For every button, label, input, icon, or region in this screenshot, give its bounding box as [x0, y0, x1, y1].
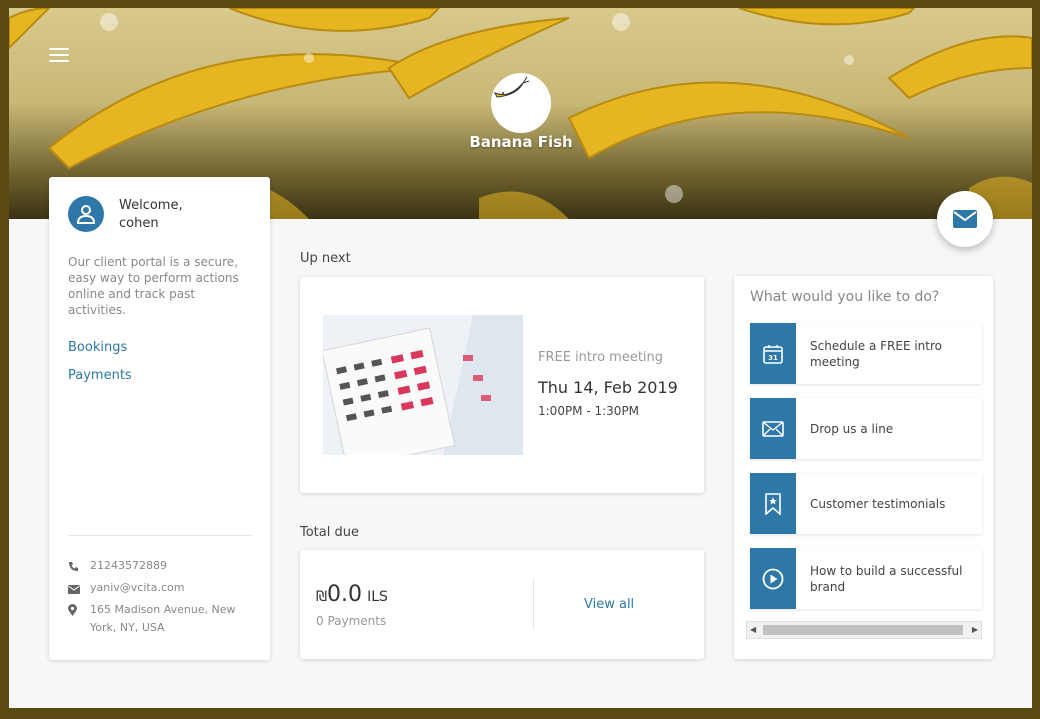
calendar-icon: 31 [763, 344, 783, 364]
action-label: How to build a successful brand [810, 563, 963, 594]
badge-star-icon [765, 492, 781, 515]
action-build-brand[interactable]: How to build a successful brand [750, 548, 982, 609]
client-sidebar: Welcome, cohen Our client portal is a se… [49, 177, 270, 660]
upnext-card[interactable]: FREE intro meeting Thu 14, Feb 2019 1:00… [300, 277, 704, 493]
contact-address: 165 Madison Avenue, New York, NY, USA [68, 601, 258, 637]
action-testimonials[interactable]: Customer testimonials [750, 473, 982, 534]
action-label: Drop us a line [810, 421, 894, 436]
action-label: Schedule a FREE intro meeting [810, 338, 942, 369]
actions-title: What would you like to do? [750, 289, 940, 305]
currency-code: ILS [367, 589, 388, 605]
contact-mail-button[interactable] [937, 191, 993, 247]
scrollbar-thumb[interactable] [763, 625, 963, 635]
hamburger-menu-icon[interactable] [49, 48, 69, 62]
street-address: 165 Madison Avenue, New York, NY, USA [90, 603, 236, 634]
location-pin-icon [68, 601, 90, 637]
payments-count: 0 Payments [316, 614, 387, 628]
phone-icon [68, 557, 90, 578]
portal-frame: Banana Fish Welcome, cohen Our client po… [9, 8, 1032, 708]
currency-symbol: ₪ [316, 589, 327, 605]
total-due-heading: Total due [300, 525, 359, 540]
scroll-right-arrow-icon[interactable]: ▶ [972, 625, 978, 634]
upnext-heading: Up next [300, 251, 351, 266]
envelope-icon [762, 420, 784, 437]
envelope-icon [68, 579, 90, 600]
nav-payments-link[interactable]: Payments [68, 368, 132, 383]
envelope-icon [953, 210, 977, 228]
actions-panel: What would you like to do? 31 Schedule a… [734, 276, 993, 659]
action-drop-a-line[interactable]: Drop us a line [750, 398, 982, 459]
user-avatar [68, 196, 104, 232]
amount-value: 0.0 [326, 582, 362, 607]
total-amount: ₪0.0 ILS [316, 582, 388, 607]
meeting-date: Thu 14, Feb 2019 [538, 378, 678, 397]
welcome-greeting: Welcome, [119, 198, 183, 213]
total-due-card: ₪0.0 ILS 0 Payments View all [300, 550, 704, 659]
banana-fish-logo [491, 73, 551, 133]
scroll-left-arrow-icon[interactable]: ◀ [750, 625, 756, 634]
brand-name: Banana Fish [469, 133, 573, 151]
meeting-type: FREE intro meeting [538, 350, 664, 365]
contact-phone: 21243572889 [68, 557, 167, 578]
email-address: yaniv@vcita.com [90, 581, 185, 594]
action-label: Customer testimonials [810, 496, 946, 511]
welcome-username: cohen [119, 216, 159, 231]
play-icon [762, 568, 784, 589]
total-due-divider [533, 578, 534, 630]
calendar-image [323, 315, 523, 455]
actions-horizontal-scrollbar[interactable]: ◀ ▶ [746, 621, 982, 639]
nav-bookings-link[interactable]: Bookings [68, 340, 127, 355]
phone-number: 21243572889 [90, 559, 167, 572]
contact-email: yaniv@vcita.com [68, 579, 184, 600]
action-schedule-meeting[interactable]: 31 Schedule a FREE intro meeting [750, 323, 982, 384]
view-all-link[interactable]: View all [584, 597, 634, 612]
user-icon [76, 205, 96, 224]
portal-intro-text: Our client portal is a secure, easy way … [68, 255, 239, 317]
welcome-message: Welcome, cohen [119, 197, 183, 233]
sidebar-divider [68, 535, 251, 536]
svg-text:31: 31 [768, 354, 778, 362]
meeting-time: 1:00PM - 1:30PM [538, 404, 640, 418]
